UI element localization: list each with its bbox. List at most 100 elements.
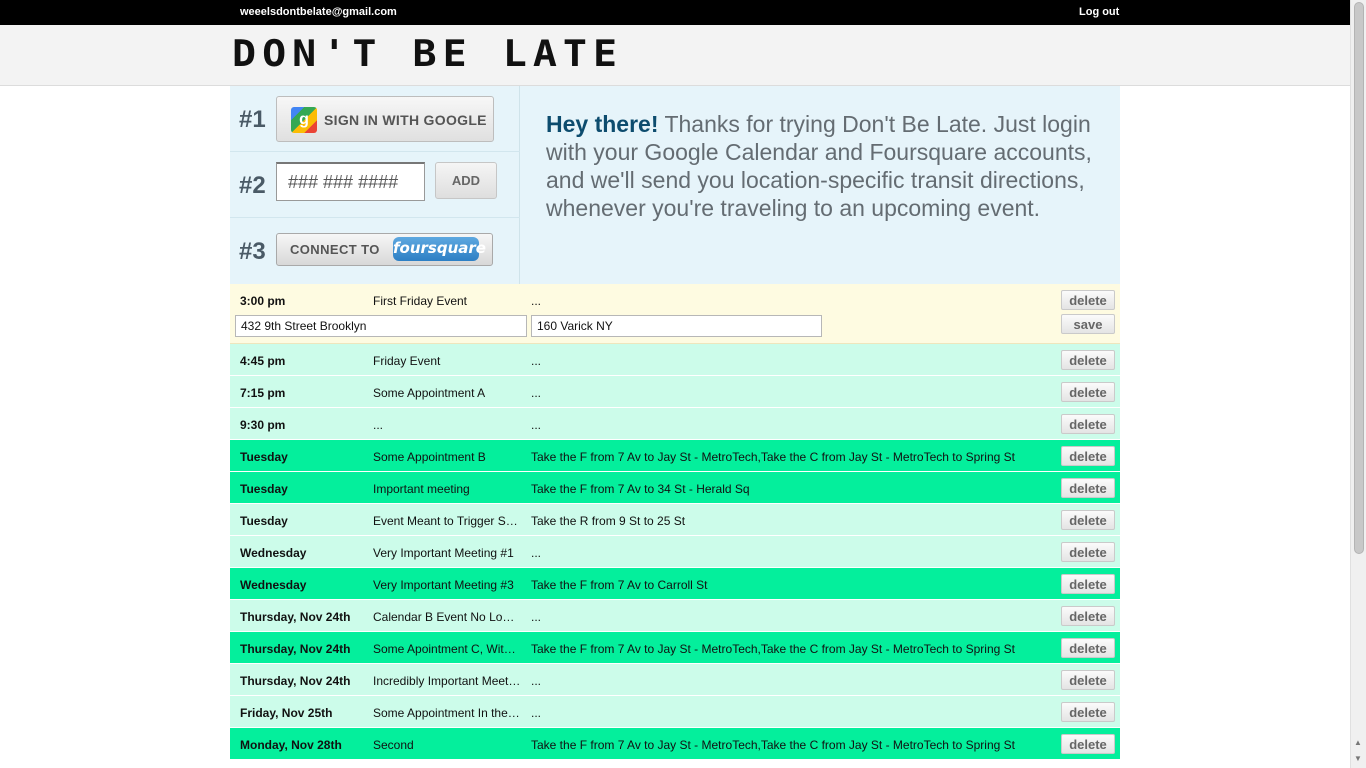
event-directions: ... <box>531 546 542 560</box>
page-scrollbar[interactable]: ▲ ▼ <box>1350 0 1366 768</box>
delete-button[interactable]: delete <box>1061 606 1115 626</box>
event-directions: ... <box>531 354 542 368</box>
event-row: 7:15 pm Some Appointment A... delete <box>230 376 1120 408</box>
events-list: 3:00 pm First Friday Event ... delete sa… <box>230 284 1120 760</box>
event-row: 4:45 pm Friday Event... delete <box>230 344 1120 376</box>
delete-button[interactable]: delete <box>1061 510 1115 530</box>
top-bar: weeelsdontbelate@gmail.com Log out <box>0 0 1350 25</box>
user-email: weeelsdontbelate@gmail.com <box>240 6 397 18</box>
event-row: Wednesday Very Important Meeting #3 Take t… <box>230 568 1120 600</box>
delete-button[interactable]: delete <box>1061 734 1115 754</box>
site-logo[interactable]: DON'T BE LATE <box>232 33 623 75</box>
event-time: 9:30 pm <box>240 418 286 432</box>
from-address-input[interactable] <box>235 315 527 337</box>
event-time: Friday, Nov 25th <box>240 706 333 720</box>
welcome-message: Hey there! Thanks for trying Don't Be La… <box>546 110 1106 222</box>
event-time: Thursday, Nov 24th <box>240 642 351 656</box>
delete-button[interactable]: delete <box>1061 414 1115 434</box>
delete-button[interactable]: delete <box>1061 382 1115 402</box>
main-container: #1 g SIGN IN WITH GOOGLE #2 ADD #3 CONNE… <box>230 86 1120 768</box>
delete-button[interactable]: delete <box>1061 702 1115 722</box>
google-icon: g <box>291 107 317 133</box>
event-title: First Friday Event <box>373 294 468 308</box>
event-title: Calendar B Event No Lo… <box>373 610 515 624</box>
event-title: ... <box>373 418 384 432</box>
step-number: #1 <box>239 106 266 133</box>
event-title: Second <box>373 738 414 752</box>
event-row: Thursday, Nov 24th Incredibly Important M… <box>230 664 1120 696</box>
delete-button[interactable]: delete <box>1061 350 1115 370</box>
event-title: Friday Event <box>373 354 441 368</box>
phone-number-input[interactable] <box>276 162 425 201</box>
setup-steps: #1 g SIGN IN WITH GOOGLE #2 ADD #3 CONNE… <box>230 86 520 284</box>
scrollbar-thumb[interactable] <box>1354 2 1364 554</box>
event-time: Tuesday <box>240 450 288 464</box>
delete-button[interactable]: delete <box>1061 542 1115 562</box>
step-phone: #2 ADD <box>230 152 520 218</box>
event-directions: ... <box>531 386 542 400</box>
event-row: Monday, Nov 28th Second Take the F from 7 … <box>230 728 1120 760</box>
event-title: Important meeting <box>373 482 470 496</box>
event-directions: Take the F from 7 Av to Jay St - MetroTe… <box>531 738 1015 752</box>
event-time: 4:45 pm <box>240 354 286 368</box>
step-foursquare: #3 CONNECT TO foursquare <box>230 218 520 284</box>
event-directions: Take the F from 7 Av to Carroll St <box>531 578 708 592</box>
to-address-input[interactable] <box>531 315 822 337</box>
sign-in-google-label: SIGN IN WITH GOOGLE <box>324 112 487 128</box>
connect-label: CONNECT TO <box>290 242 380 257</box>
delete-button[interactable]: delete <box>1061 574 1115 594</box>
event-time: Wednesday <box>240 578 307 592</box>
event-time: 3:00 pm <box>240 294 286 308</box>
foursquare-logo: foursquare <box>393 237 486 261</box>
add-phone-button[interactable]: ADD <box>435 162 497 199</box>
delete-button[interactable]: delete <box>1061 670 1115 690</box>
event-directions: ... <box>531 674 542 688</box>
event-time: Thursday, Nov 24th <box>240 610 351 624</box>
step-google: #1 g SIGN IN WITH GOOGLE <box>230 86 520 152</box>
setup-panel: #1 g SIGN IN WITH GOOGLE #2 ADD #3 CONNE… <box>230 86 1120 284</box>
delete-button[interactable]: delete <box>1061 446 1115 466</box>
event-row-editing: 3:00 pm First Friday Event ... delete sa… <box>230 284 1120 344</box>
event-row: Thursday, Nov 24th Calendar B Event No Lo… <box>230 600 1120 632</box>
event-directions: Take the F from 7 Av to Jay St - MetroTe… <box>531 642 1015 656</box>
event-title: Some Appointment B <box>373 450 486 464</box>
event-directions: ... <box>531 610 542 624</box>
connect-foursquare-button[interactable]: CONNECT TO foursquare <box>276 233 493 266</box>
event-row: Tuesday Event Meant to Trigger S… Take the… <box>230 504 1120 536</box>
event-row: Thursday, Nov 24th Some Apointment C, Wit… <box>230 632 1120 664</box>
step-number: #3 <box>239 238 266 265</box>
event-directions: ... <box>531 706 542 720</box>
scroll-up-arrow-icon[interactable]: ▲ <box>1354 738 1362 747</box>
event-time: Thursday, Nov 24th <box>240 674 351 688</box>
event-title: Very Important Meeting #3 <box>373 578 514 592</box>
event-directions: Take the F from 7 Av to Jay St - MetroTe… <box>531 450 1015 464</box>
event-title: Event Meant to Trigger S… <box>373 514 518 528</box>
welcome-greeting: Hey there! <box>546 111 659 137</box>
logout-link[interactable]: Log out <box>1079 6 1119 18</box>
delete-button[interactable]: delete <box>1061 290 1115 310</box>
event-title: Incredibly Important Meet… <box>373 674 521 688</box>
event-row: Friday, Nov 25th Some Appointment In the…… <box>230 696 1120 728</box>
event-directions: ... <box>531 418 542 432</box>
event-title: Some Appointment In the… <box>373 706 520 720</box>
event-row: Tuesday Important meeting Take the F from … <box>230 472 1120 504</box>
save-button[interactable]: save <box>1061 314 1115 334</box>
event-row: Tuesday Some Appointment B Take the F from… <box>230 440 1120 472</box>
event-directions: Take the R from 9 St to 25 St <box>531 514 686 528</box>
event-directions: ... <box>531 294 542 308</box>
event-title: Some Appointment A <box>373 386 486 400</box>
event-time: Tuesday <box>240 482 288 496</box>
step-number: #2 <box>239 172 266 199</box>
delete-button[interactable]: delete <box>1061 638 1115 658</box>
event-row: Wednesday Very Important Meeting #1... del… <box>230 536 1120 568</box>
event-title: Some Apointment C, Wit… <box>373 642 516 656</box>
event-time: 7:15 pm <box>240 386 286 400</box>
event-title: Very Important Meeting #1 <box>373 546 514 560</box>
event-row: 9:30 pm...... delete <box>230 408 1120 440</box>
event-time: Wednesday <box>240 546 307 560</box>
scroll-down-arrow-icon[interactable]: ▼ <box>1354 754 1362 763</box>
sign-in-google-button[interactable]: g SIGN IN WITH GOOGLE <box>276 96 494 142</box>
delete-button[interactable]: delete <box>1061 478 1115 498</box>
event-time: Tuesday <box>240 514 288 528</box>
event-time: Monday, Nov 28th <box>240 738 342 752</box>
